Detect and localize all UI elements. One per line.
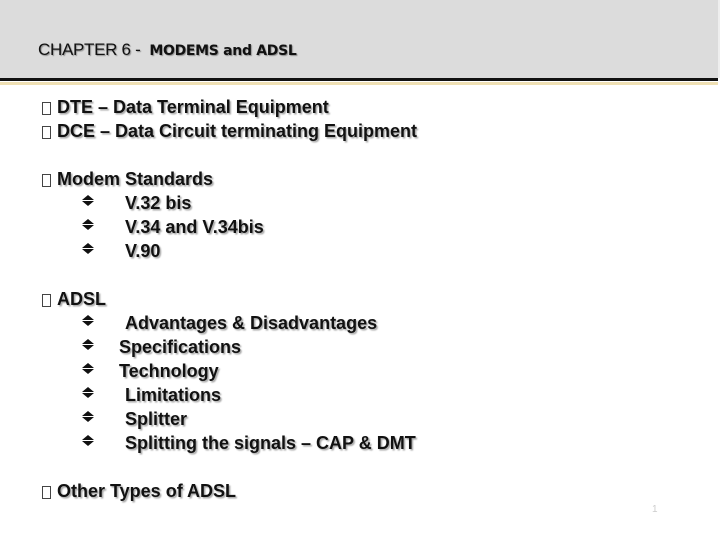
sub-bullet-text: V.90 bbox=[125, 240, 161, 261]
up-down-arrow-icon bbox=[82, 218, 94, 230]
sub-bullet-item: Splitting the signals – CAP & DMT bbox=[42, 431, 417, 455]
bullet-text: DTE – Data Terminal Equipment bbox=[57, 96, 329, 117]
sub-bullet-item: Specifications bbox=[42, 335, 417, 359]
up-down-arrow-icon bbox=[82, 386, 94, 398]
sub-bullet-text: Advantages & Disadvantages bbox=[125, 312, 378, 333]
bullet-text: ADSL bbox=[57, 288, 106, 309]
missing-glyph-bullet-icon bbox=[42, 101, 51, 115]
bullet-item: DTE – Data Terminal Equipment bbox=[42, 95, 417, 119]
bullet-item: DCE – Data Circuit terminating Equipment bbox=[42, 119, 417, 143]
sub-bullet-text: Technology bbox=[119, 360, 219, 381]
sub-bullet-text: Splitting the signals – CAP & DMT bbox=[125, 432, 416, 453]
sub-bullet-item: V.32 bis bbox=[42, 191, 417, 215]
title-main: MODEMS and ADSL bbox=[149, 43, 297, 59]
sub-bullet-text: Splitter bbox=[125, 408, 188, 429]
header-band bbox=[0, 0, 720, 78]
sub-bullet-text: Limitations bbox=[125, 384, 222, 405]
sub-bullet-text: V.32 bis bbox=[125, 192, 192, 213]
sub-bullet-text: Specifications bbox=[119, 336, 242, 357]
bullet-text: DCE – Data Circuit terminating Equipment bbox=[57, 120, 418, 141]
up-down-arrow-icon bbox=[82, 434, 94, 446]
bullet-item: ADSL bbox=[42, 287, 417, 311]
sub-bullet-item: Advantages & Disadvantages bbox=[42, 311, 417, 335]
up-down-arrow-icon bbox=[82, 194, 94, 206]
slide-number: 1 bbox=[652, 504, 658, 515]
missing-glyph-bullet-icon bbox=[42, 485, 51, 499]
header-divider-dark bbox=[0, 78, 718, 81]
up-down-arrow-icon bbox=[82, 242, 94, 254]
bullet-item: Modem Standards bbox=[42, 167, 417, 191]
missing-glyph-bullet-icon bbox=[42, 125, 51, 139]
bullet-text: Modem Standards bbox=[57, 168, 214, 189]
up-down-arrow-icon bbox=[82, 410, 94, 422]
sub-bullet-item: Splitter bbox=[42, 407, 417, 431]
up-down-arrow-icon bbox=[82, 314, 94, 326]
sub-bullet-item: Technology bbox=[42, 359, 417, 383]
bullet-list: DTE – Data Terminal Equipment DCE – Data… bbox=[42, 95, 417, 503]
missing-glyph-bullet-icon bbox=[42, 173, 51, 187]
slide-title: CHAPTER 6 - MODEMS and ADSL bbox=[38, 40, 297, 60]
up-down-arrow-icon bbox=[82, 362, 94, 374]
bullet-text: Other Types of ADSL bbox=[57, 480, 237, 501]
up-down-arrow-icon bbox=[82, 338, 94, 350]
slide: CHAPTER 6 - MODEMS and ADSL DTE – Data T… bbox=[0, 0, 720, 540]
sub-bullet-item: V.34 and V.34bis bbox=[42, 215, 417, 239]
title-prefix: CHAPTER 6 - bbox=[38, 40, 150, 59]
missing-glyph-bullet-icon bbox=[42, 293, 51, 307]
sub-bullet-text: V.34 and V.34bis bbox=[125, 216, 264, 237]
header-divider-gold bbox=[0, 82, 718, 85]
sub-bullet-item: V.90 bbox=[42, 239, 417, 263]
sub-bullet-item: Limitations bbox=[42, 383, 417, 407]
bullet-item: Other Types of ADSL bbox=[42, 479, 417, 503]
